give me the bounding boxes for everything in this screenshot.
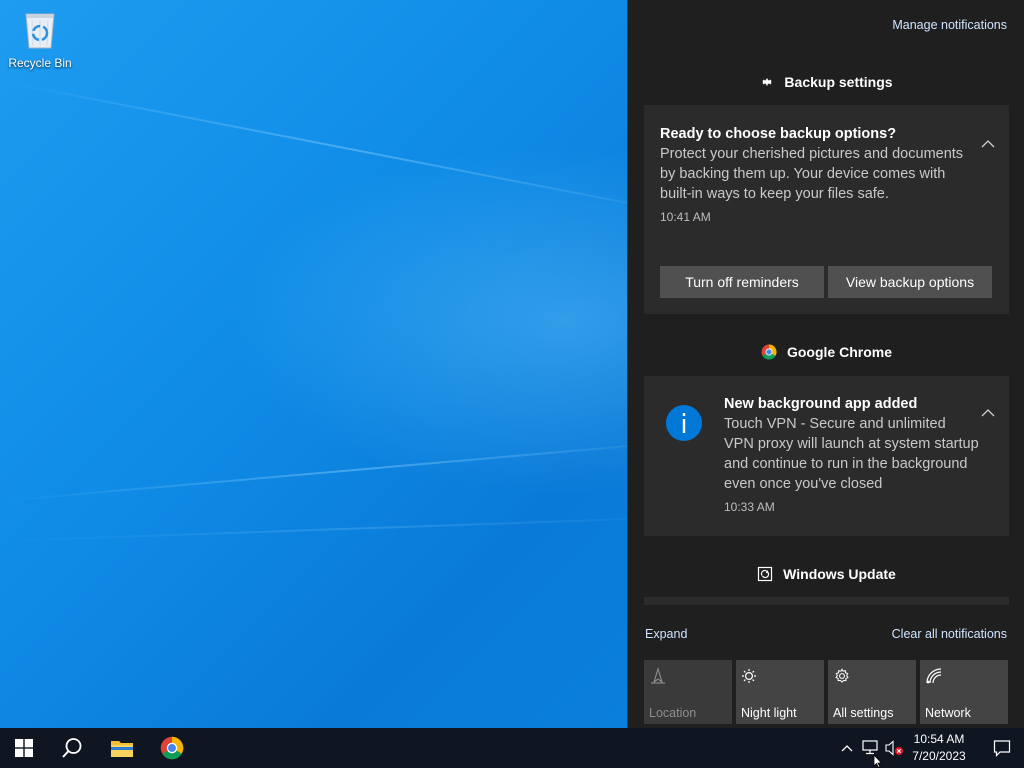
mouse-cursor-icon <box>873 755 883 768</box>
gear-icon <box>835 668 849 683</box>
view-backup-options-button[interactable]: View backup options <box>828 266 992 298</box>
notification-title: New background app added <box>724 396 918 412</box>
recycle-bin-icon <box>25 13 55 49</box>
quick-action-label: All settings <box>833 706 894 720</box>
notification-body: Protect your cherished pictures and docu… <box>660 146 964 202</box>
action-center-panel: Manage notifications Backup settings Rea… <box>627 0 1024 728</box>
night-light-icon <box>742 669 756 683</box>
search-button[interactable] <box>48 728 96 768</box>
backup-notification-card[interactable]: Ready to choose backup options? Protect … <box>644 105 1009 314</box>
action-center-icon <box>993 740 1011 757</box>
search-icon <box>62 738 82 758</box>
clear-all-notifications-link[interactable]: Clear all notifications <box>892 627 1007 641</box>
chrome-notification-card[interactable]: New background app added Touch VPN - Sec… <box>644 376 1009 536</box>
chrome-icon <box>160 736 184 760</box>
windows-update-card-edge[interactable] <box>644 597 1009 605</box>
collapse-chevron-icon[interactable] <box>981 409 995 417</box>
file-explorer-icon <box>111 741 133 757</box>
quick-action-location[interactable]: Location <box>644 660 732 724</box>
volume-muted-icon <box>885 740 903 756</box>
quick-action-night-light[interactable]: Night light <box>736 660 824 724</box>
manage-notifications-link[interactable]: Manage notifications <box>892 18 1007 32</box>
gear-icon <box>762 78 773 86</box>
expand-link[interactable]: Expand <box>645 627 687 641</box>
quick-action-label: Location <box>649 706 697 720</box>
group-app-name: Backup settings <box>784 74 893 90</box>
group-header-backup-settings: Backup settings <box>628 74 1024 90</box>
action-center-button[interactable] <box>980 728 1024 768</box>
turn-off-reminders-button[interactable]: Turn off reminders <box>660 266 824 298</box>
windows-logo-icon <box>15 739 33 757</box>
clock-date: 7/20/2023 <box>912 749 966 763</box>
collapse-chevron-icon[interactable] <box>981 140 995 148</box>
group-app-name: Windows Update <box>783 566 896 582</box>
group-header-google-chrome: Google Chrome <box>628 344 1024 360</box>
chrome-icon <box>761 344 777 360</box>
notification-time: 10:41 AM <box>660 210 711 224</box>
recycle-bin-label: Recycle Bin <box>8 56 72 70</box>
notification-time: 10:33 AM <box>724 500 775 514</box>
show-hidden-icons-button[interactable] <box>837 738 857 758</box>
tray-clock[interactable]: 10:54 AM 7/20/2023 <box>905 731 973 765</box>
network-icon <box>862 740 878 755</box>
notification-title: Ready to choose backup options? <box>660 126 897 142</box>
notification-body: Touch VPN - Secure and unlimited VPN pro… <box>724 416 979 492</box>
quick-action-all-settings[interactable]: All settings <box>828 660 916 724</box>
wallpaper-beam <box>0 514 720 542</box>
clock-time: 10:54 AM <box>913 732 965 746</box>
quick-action-network[interactable]: Network <box>920 660 1008 724</box>
start-button[interactable] <box>0 728 48 768</box>
file-explorer-taskbar-button[interactable] <box>98 728 146 768</box>
location-icon <box>651 667 665 684</box>
group-header-windows-update: Windows Update <box>628 566 1024 582</box>
quick-action-label: Network <box>925 706 971 720</box>
quick-action-label: Night light <box>741 706 797 720</box>
taskbar: 10:54 AM 7/20/2023 <box>0 728 1024 768</box>
tray-volume-button[interactable] <box>884 738 904 758</box>
network-icon <box>926 668 942 684</box>
info-icon <box>666 405 702 441</box>
windows-update-icon <box>758 566 773 582</box>
recycle-bin-shortcut[interactable]: Recycle Bin <box>4 6 76 70</box>
chevron-up-icon <box>841 745 853 752</box>
chrome-taskbar-button[interactable] <box>148 728 196 768</box>
group-app-name: Google Chrome <box>786 344 892 360</box>
